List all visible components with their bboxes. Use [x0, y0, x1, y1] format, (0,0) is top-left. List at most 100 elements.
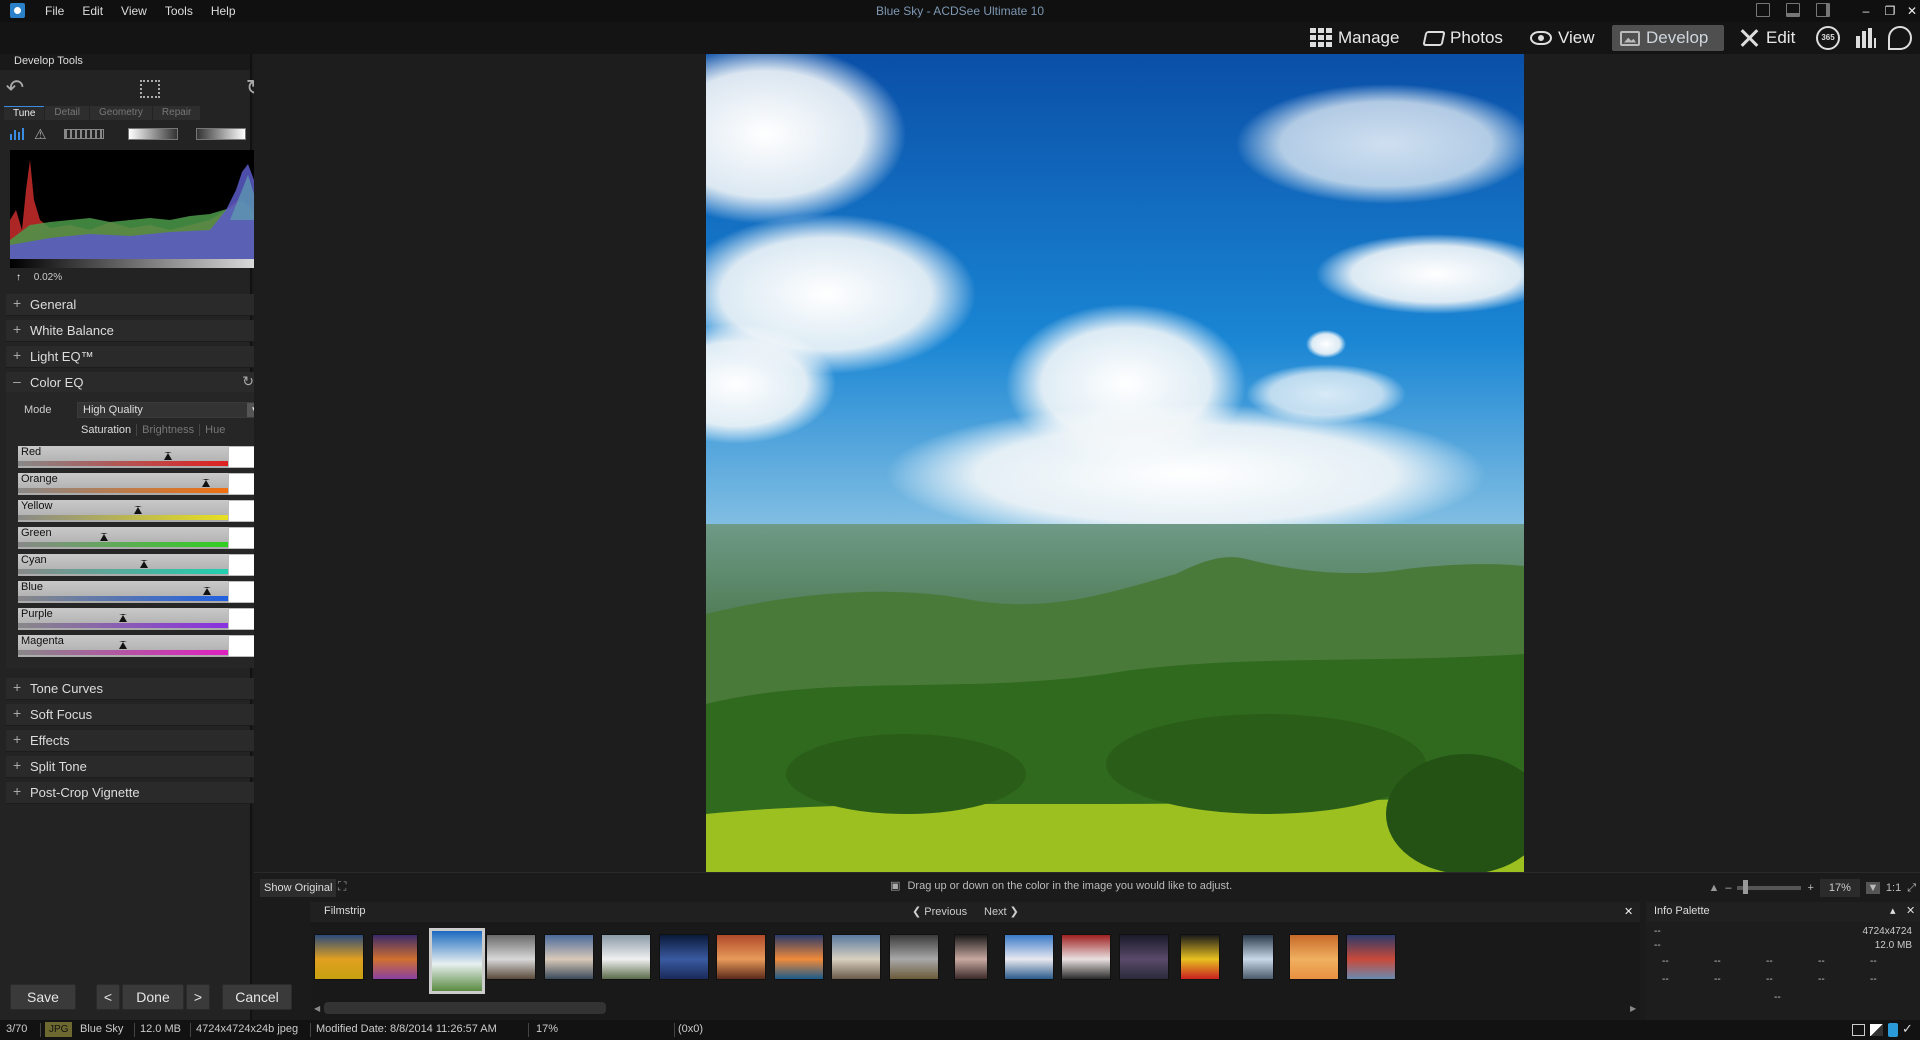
mode-develop-button[interactable]: Develop: [1612, 25, 1724, 51]
slider-orange[interactable]: Orange79▲▼: [18, 473, 286, 495]
filmstrip-close-icon[interactable]: ✕: [1624, 905, 1633, 918]
menu-view[interactable]: View: [112, 0, 156, 22]
slider-magenta[interactable]: Magenta0▲▼: [18, 635, 286, 657]
app-logo-icon[interactable]: [10, 3, 25, 18]
slider-thumb[interactable]: [119, 641, 127, 649]
menu-edit[interactable]: Edit: [73, 0, 112, 22]
zoom-out-icon[interactable]: –: [1725, 882, 1731, 894]
compare-mode-icon[interactable]: [1870, 1024, 1883, 1036]
tab-geometry[interactable]: Geometry: [90, 106, 152, 120]
section-reset-icon[interactable]: ↻: [242, 373, 254, 390]
mode-manage-button[interactable]: Manage: [1302, 25, 1407, 51]
slider-yellow[interactable]: Yellow14▲▼: [18, 500, 286, 522]
slider-thumb[interactable]: [201, 479, 210, 487]
layout-right-icon[interactable]: [1816, 3, 1830, 17]
minimize-icon[interactable]: –: [1856, 2, 1876, 20]
filmstrip-thumbnail[interactable]: [1004, 934, 1054, 980]
slider-thumb[interactable]: [133, 506, 142, 514]
slider-thumb[interactable]: [203, 587, 211, 595]
actual-size-button[interactable]: 1:1: [1886, 882, 1901, 894]
scroll-left-icon[interactable]: ◀: [314, 1004, 320, 1013]
scroll-right-icon[interactable]: ▶: [1630, 1004, 1636, 1013]
filmstrip-next[interactable]: Next ❯: [984, 905, 1019, 918]
checkmark-icon[interactable]: ✓: [1902, 1021, 1913, 1037]
restore-icon[interactable]: ❐: [1880, 2, 1900, 20]
luxea-icon[interactable]: [1888, 26, 1912, 50]
photo-canvas[interactable]: [706, 54, 1524, 872]
filmstrip-thumbnail[interactable]: [1119, 934, 1169, 980]
auto-focus-icon[interactable]: [140, 80, 160, 98]
filmstrip-thumbnail[interactable]: [659, 934, 709, 980]
filmstrip-thumbnail[interactable]: [1180, 934, 1220, 980]
filmstrip-thumbnail[interactable]: [601, 934, 651, 980]
subtab-saturation[interactable]: Saturation: [76, 424, 136, 436]
section-white-balance[interactable]: + White Balance ⚙: [6, 320, 296, 342]
filmstrip-thumbnail[interactable]: [1061, 934, 1111, 980]
layout-bottom-icon[interactable]: [1786, 3, 1800, 17]
info-close-icon[interactable]: ✕: [1906, 904, 1915, 917]
save-button[interactable]: Save: [10, 984, 76, 1010]
acdsee-365-icon[interactable]: 365: [1816, 26, 1840, 50]
gradient-black-icon[interactable]: [128, 128, 178, 140]
subtab-brightness[interactable]: Brightness: [136, 424, 199, 436]
filmstrip-thumbnail[interactable]: [954, 934, 988, 980]
section-general[interactable]: + General ⚙: [6, 294, 296, 316]
menu-tools[interactable]: Tools: [156, 0, 202, 22]
show-original-button[interactable]: Show Original: [260, 879, 337, 897]
slider-green[interactable]: Green-18▲▼: [18, 527, 286, 549]
subtab-hue[interactable]: Hue: [199, 424, 230, 436]
menu-file[interactable]: File: [36, 0, 73, 22]
histogram-icon[interactable]: [10, 128, 24, 140]
next-image-button[interactable]: >: [186, 984, 210, 1010]
info-pin-icon[interactable]: ▴: [1890, 904, 1896, 917]
mode-edit-button[interactable]: Edit: [1730, 25, 1803, 51]
tab-repair[interactable]: Repair: [152, 106, 201, 120]
section-soft-focus[interactable]: + Soft Focus ⚙: [6, 704, 296, 726]
compare-icon[interactable]: [64, 129, 104, 139]
undo-icon[interactable]: ↶: [4, 77, 26, 100]
slider-purple[interactable]: Purple0▲▼: [18, 608, 286, 630]
slider-blue[interactable]: Blue80▲▼: [18, 581, 286, 603]
zoom-slider[interactable]: [1737, 880, 1802, 894]
filmstrip-thumbnail[interactable]: [1242, 934, 1274, 980]
mode-photos-button[interactable]: Photos: [1416, 25, 1511, 51]
section-effects[interactable]: + Effects ⚙: [6, 730, 296, 752]
slider-thumb[interactable]: [119, 614, 127, 622]
tab-detail[interactable]: Detail: [45, 106, 89, 120]
zoom-in-icon[interactable]: +: [1807, 882, 1813, 894]
filmstrip-thumbnail[interactable]: [544, 934, 594, 980]
filmstrip-thumbnail[interactable]: [486, 934, 536, 980]
database-icon[interactable]: [1888, 1023, 1898, 1037]
cancel-button[interactable]: Cancel: [222, 984, 292, 1010]
slider-thumb[interactable]: [140, 560, 148, 568]
section-post-crop-vignette[interactable]: + Post-Crop Vignette ⚙: [6, 782, 296, 804]
fit-screen-icon[interactable]: ⤢: [1907, 882, 1916, 895]
filmstrip-thumbnail[interactable]: [889, 934, 939, 980]
menu-help[interactable]: Help: [202, 0, 245, 22]
warning-icon[interactable]: ⚠: [34, 126, 47, 143]
view-mode-icon[interactable]: [1852, 1024, 1865, 1036]
slider-thumb[interactable]: [100, 533, 109, 541]
filmstrip-previous[interactable]: ❮ Previous: [912, 905, 967, 918]
filmstrip-thumbnail[interactable]: [314, 934, 364, 980]
slider-cyan[interactable]: Cyan20▲▼: [18, 554, 286, 576]
tab-tune[interactable]: Tune: [4, 106, 45, 120]
zoom-value[interactable]: 17%: [1819, 879, 1860, 897]
dashboard-icon[interactable]: [1856, 28, 1876, 48]
filmstrip-thumbnail[interactable]: [1289, 934, 1339, 980]
section-split-tone[interactable]: + Split Tone ⚙: [6, 756, 296, 778]
section-color-eq[interactable]: – Color EQ ↻ ⚙: [6, 372, 296, 394]
filmstrip-thumbnail[interactable]: [429, 928, 485, 994]
mode-select[interactable]: High Quality ▼: [77, 402, 263, 418]
slider-red[interactable]: Red43▲▼: [18, 446, 286, 468]
zoom-dropdown-icon[interactable]: ▼: [1865, 882, 1880, 894]
filmstrip-thumbnail[interactable]: [1346, 934, 1396, 980]
filmstrip-thumbnail[interactable]: [372, 934, 418, 980]
mode-view-button[interactable]: View: [1522, 25, 1603, 51]
filmstrip-thumbnail[interactable]: [774, 934, 824, 980]
gradient-white-icon[interactable]: [196, 128, 246, 140]
done-button[interactable]: Done: [122, 984, 184, 1010]
section-tone-curves[interactable]: + Tone Curves ⚙: [6, 678, 296, 700]
filmstrip-thumbnail[interactable]: [716, 934, 766, 980]
navigator-icon[interactable]: ▲: [1708, 882, 1719, 894]
